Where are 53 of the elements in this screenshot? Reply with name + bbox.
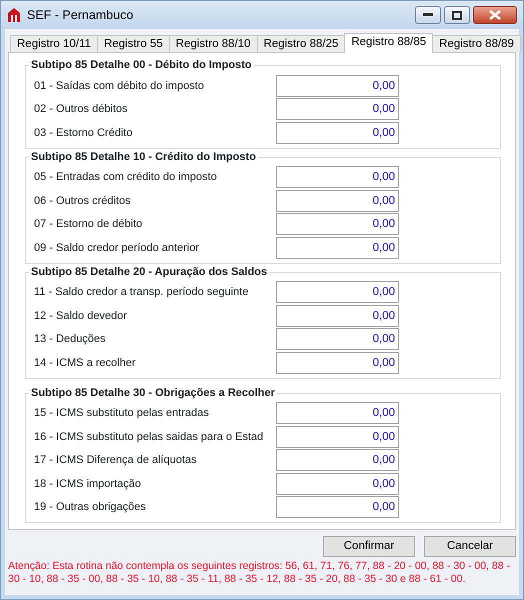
window-title: SEF - Pernambuco — [27, 6, 134, 24]
field-label: 06 - Outros créditos — [34, 194, 132, 208]
input-field[interactable]: 0,00 — [276, 122, 399, 144]
group-title: Subtipo 85 Detalhe 00 - Débito do Imposto — [29, 59, 254, 72]
input-field[interactable]: 0,00 — [276, 352, 399, 374]
close-button[interactable] — [473, 6, 517, 24]
field-label: 02 - Outros débitos — [34, 102, 129, 117]
group-title: Subtipo 85 Detalhe 30 - Obrigações a Recolher — [29, 386, 277, 400]
input-field[interactable]: 0,00 — [276, 472, 399, 495]
input-field[interactable]: 0,00 — [276, 426, 399, 448]
group-title: Subtipo 85 Detalhe 20 - Apuração dos Saldos — [29, 266, 270, 278]
field-label: 18 - ICMS importação — [34, 476, 142, 492]
tab[interactable]: Registro 88/10 — [168, 35, 258, 52]
tab[interactable]: Registro 10/11 — [10, 35, 98, 52]
field-label: 09 - Saldo credor período anterior — [34, 240, 200, 256]
maximize-button[interactable] — [444, 6, 470, 24]
minimize-icon — [423, 13, 434, 17]
input-field[interactable]: 0,00 — [276, 190, 399, 212]
input-field[interactable]: 0,00 — [276, 449, 399, 472]
input-field[interactable]: 0,00 — [276, 98, 399, 120]
field-label: 14 - ICMS a recolher — [34, 356, 136, 370]
input-field[interactable]: 0,00 — [276, 281, 399, 304]
tab[interactable]: Registro 88/89 — [432, 35, 521, 52]
field-label: 11 - Saldo credor a transp. período seguinte — [34, 285, 250, 300]
input-field[interactable]: 0,00 — [276, 496, 399, 518]
cancel-button[interactable]: Cancelar — [424, 536, 516, 557]
input-field[interactable]: 0,00 — [276, 213, 399, 236]
field-label: 13 - Deduções — [34, 332, 107, 347]
tab[interactable]: Registro 88/25 — [256, 35, 346, 52]
field-label: 05 - Entradas com crédito do imposto — [34, 170, 218, 185]
input-field[interactable]: 0,00 — [276, 304, 399, 327]
group-title: Subtipo 85 Detalhe 10 - Crédito do Imposto — [29, 150, 258, 164]
confirm-button[interactable]: Confirmar — [323, 536, 415, 557]
input-field[interactable]: 0,00 — [276, 328, 399, 350]
warning-text: Atenção: Esta rotina não contempla os seguintes registros: 56, 61, 71, 76, 77, 88 - 20 - 00, 88 - 30 - 00, 88 - 30 - 10, 88 - 35 - 00, 88 - 35 - 10, 88 - 35 - 11, 88 - 35 - 12, 88 - 35 - 20, 88 - 35 - 30 e 88 - 61 - 00. — [8, 559, 511, 586]
tab[interactable]: Registro 55 — [96, 35, 170, 52]
maximize-icon — [452, 10, 462, 20]
field-label: 01 - Saídas com débito do imposto — [34, 78, 205, 94]
field-label: 15 - ICMS substituto pelas entradas — [34, 406, 210, 421]
field-label: 12 - Saldo devedor — [34, 308, 128, 324]
field-label: 03 - Estorno Crédito — [34, 126, 134, 140]
input-field[interactable]: 0,00 — [276, 402, 399, 424]
field-label: 17 - ICMS Diferença de alíquotas — [34, 453, 198, 468]
field-label: 19 - Outras obrigações — [34, 500, 147, 515]
input-field[interactable]: 0,00 — [276, 236, 399, 259]
input-field[interactable]: 0,00 — [276, 74, 399, 97]
app-logo-icon — [7, 7, 21, 23]
input-field[interactable]: 0,00 — [276, 166, 399, 188]
close-icon — [489, 10, 501, 20]
minimize-button[interactable] — [415, 6, 442, 24]
tab[interactable]: Registro 88/85 — [344, 33, 434, 53]
field-label: 16 - ICMS substituto pelas saidas para o Estad — [34, 430, 264, 444]
field-label: 07 - Estorno de débito — [34, 217, 144, 232]
